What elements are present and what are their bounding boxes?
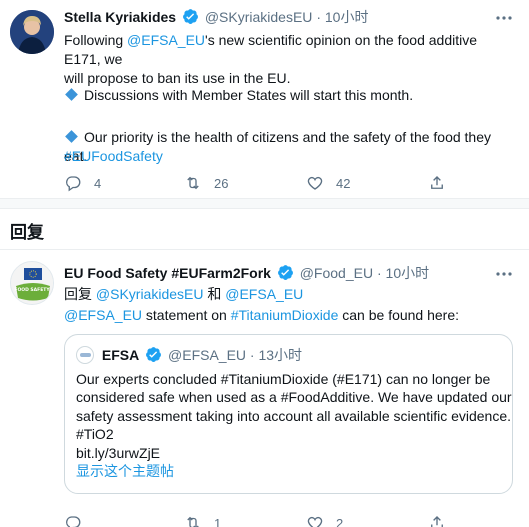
quoted-tweet[interactable]: EFSA @EFSA_EU · 13小时 Our experts conclud… — [64, 334, 513, 494]
like-button[interactable]: 42 — [306, 173, 350, 193]
separator-dot: · — [249, 347, 255, 363]
share-button[interactable] — [428, 173, 446, 193]
tweet-actions: 4 26 42 — [64, 173, 494, 193]
heading-divider — [0, 249, 529, 250]
retweet-button[interactable]: 26 — [184, 173, 228, 193]
reply-icon — [66, 176, 81, 192]
quote-time: 13小时 — [258, 347, 303, 363]
separator-dot: · — [376, 265, 382, 281]
reply-count: 4 — [94, 175, 102, 191]
retweet-count: 26 — [214, 175, 229, 191]
replying-to: 回复 @SKyriakidesEU 和 @EFSA_EU — [64, 286, 304, 302]
diamond-icon — [65, 130, 78, 143]
tweet-time[interactable]: 10小时 — [325, 9, 369, 25]
tweet-stella[interactable]: Stella Kyriakides @SKyriakidesEU · 10小时 … — [0, 0, 529, 200]
reply-button[interactable]: 4 — [64, 173, 101, 193]
quote-author-name: EFSA — [101, 347, 140, 363]
tweet-time[interactable]: 10小时 — [386, 265, 430, 281]
quote-text: Our experts concluded #TitaniumDioxide (… — [76, 371, 512, 480]
quote-author-handle: @EFSA_EU — [168, 347, 247, 363]
avatar-food-eu[interactable]: FOOD SAFETY — [10, 261, 54, 305]
like-icon — [307, 516, 323, 527]
like-count: 2 — [336, 515, 344, 527]
reply-button[interactable] — [64, 513, 94, 527]
tweet-food-eu[interactable]: FOOD SAFETY EU Food Safety #EUFarm2Fork … — [0, 251, 529, 527]
show-thread-link[interactable]: 显示这个主题帖 — [76, 462, 504, 480]
tweet-header: Stella Kyriakides @SKyriakidesEU · 10小时 — [64, 7, 513, 27]
like-icon — [307, 176, 323, 190]
share-button[interactable] — [428, 513, 446, 527]
mention-skyriakides[interactable]: @SKyriakidesEU — [96, 286, 204, 302]
share-icon — [431, 516, 443, 527]
author-handle[interactable]: @SKyriakidesEU — [205, 9, 313, 25]
reply-icon — [66, 516, 81, 527]
verified-badge-icon — [146, 347, 162, 362]
hashtag-eufoodsafety[interactable]: #EUFoodSafety — [64, 147, 513, 166]
avatar-stella[interactable] — [10, 10, 54, 54]
more-icon[interactable] — [495, 11, 513, 25]
diamond-icon — [65, 88, 78, 101]
retweet-button[interactable]: 1 — [184, 513, 221, 527]
tweet-text: Following @EFSA_EU's new scientific opin… — [64, 31, 513, 88]
separator-dot: · — [316, 9, 321, 25]
author-handle[interactable]: @Food_EU — [300, 265, 373, 281]
hashtag-titaniumdioxide[interactable]: #TitaniumDioxide — [231, 307, 339, 323]
tweet-text-line1: Following @EFSA_EU's new scientific opin… — [64, 32, 478, 67]
like-count: 42 — [336, 175, 351, 191]
verified-badge-icon — [277, 265, 293, 280]
verified-badge-icon — [183, 9, 198, 24]
like-button[interactable]: 2 — [306, 513, 343, 527]
share-icon — [431, 176, 443, 189]
tweet-text: @EFSA_EU statement on #TitaniumDioxide c… — [64, 307, 460, 323]
more-icon[interactable] — [495, 267, 513, 281]
bullet-1: Discussions with Member States will star… — [64, 86, 513, 105]
replies-heading: 回复 — [10, 223, 44, 242]
quote-avatar — [76, 346, 94, 364]
tweet-header: EU Food Safety #EUFarm2Fork @Food_EU · 1… — [64, 263, 513, 283]
author-name[interactable]: EU Food Safety #EUFarm2Fork — [64, 265, 271, 281]
mention-efsa[interactable]: @EFSA_EU — [225, 286, 303, 302]
quote-header: EFSA @EFSA_EU · 13小时 — [76, 345, 302, 365]
avatar-label: FOOD SAFETY — [14, 288, 50, 293]
tweet-actions: 1 2 — [64, 513, 494, 527]
retweet-icon — [187, 516, 199, 527]
mention-efsa[interactable]: @EFSA_EU — [64, 307, 142, 323]
retweet-count: 1 — [214, 515, 222, 527]
section-divider — [0, 198, 529, 209]
efsa-logo-icon — [80, 353, 91, 357]
retweet-icon — [187, 176, 199, 190]
mention-efsa[interactable]: @EFSA_EU — [127, 32, 205, 48]
author-name[interactable]: Stella Kyriakides — [64, 9, 176, 25]
